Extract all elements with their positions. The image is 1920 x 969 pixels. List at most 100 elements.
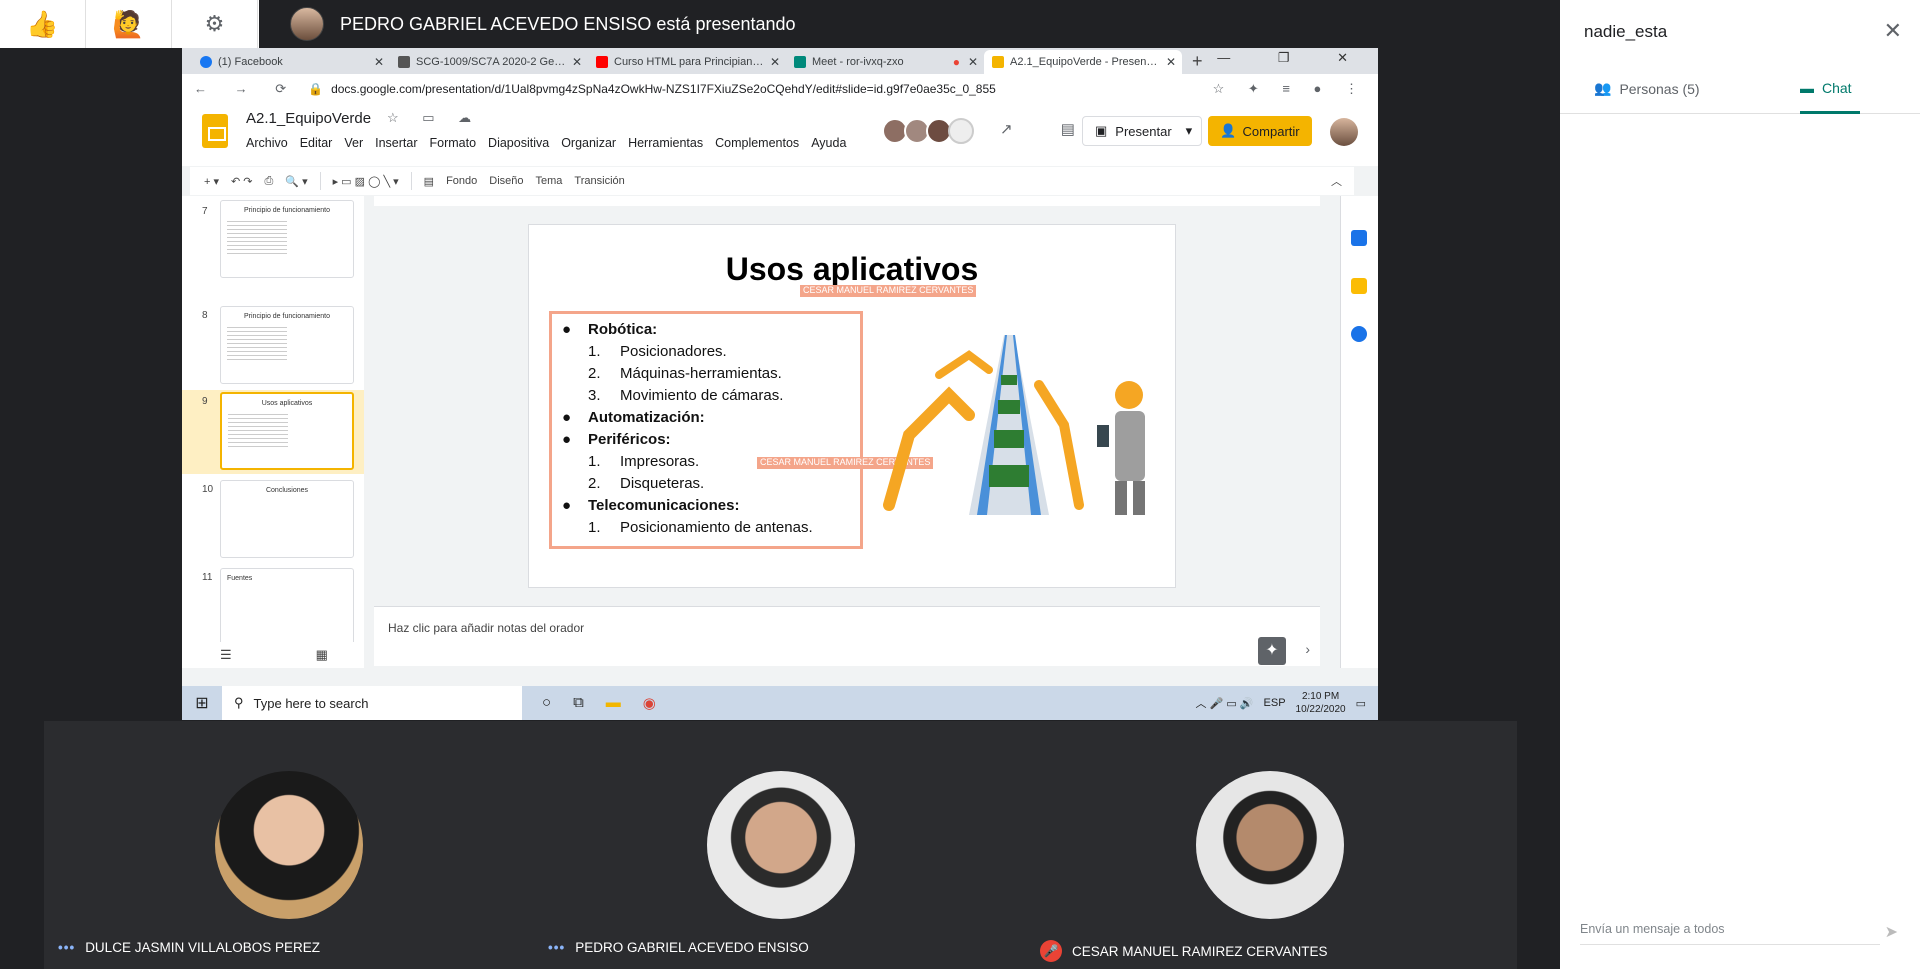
tab-chat[interactable]: ▬ Chat: [1800, 80, 1852, 96]
menu-insertar[interactable]: Insertar: [375, 136, 417, 150]
browser-tab[interactable]: (1) Facebook ✕: [192, 50, 390, 74]
thumb-row[interactable]: 10 Conclusiones: [182, 478, 364, 562]
settings-icon[interactable]: ⚙: [172, 0, 258, 48]
raise-hand-icon[interactable]: 🙋: [86, 0, 172, 48]
print-icon[interactable]: ⎙: [265, 175, 274, 188]
thumb-row[interactable]: 11 Fuentes: [182, 566, 364, 650]
account-avatar[interactable]: [1330, 118, 1358, 146]
browser-tab[interactable]: Curso HTML para Principiantes ✕: [588, 50, 786, 74]
tab-chat-label: Chat: [1822, 80, 1852, 96]
comment-icon[interactable]: ▤: [424, 175, 434, 188]
chevron-right-icon[interactable]: ›: [1305, 641, 1310, 657]
menu-ayuda[interactable]: Ayuda: [811, 136, 846, 150]
theme-button[interactable]: Tema: [536, 175, 563, 187]
list-view-icon[interactable]: ☰: [220, 647, 232, 663]
explore-icon[interactable]: ✦: [1258, 637, 1286, 665]
transition-button[interactable]: Transición: [574, 175, 624, 187]
share-button[interactable]: 👤 Compartir: [1208, 116, 1312, 146]
menu-diapositiva[interactable]: Diapositiva: [488, 136, 549, 150]
extensions-icon[interactable]: ☆ ✦ ≡ ● ⋮: [1213, 81, 1368, 97]
slide-canvas: Usos aplicativos ● Robótica: 1. Posicionad…: [374, 196, 1320, 606]
windows-start-icon[interactable]: ⊞: [182, 693, 222, 713]
menu-editar[interactable]: Editar: [300, 136, 333, 150]
menu-complementos[interactable]: Complementos: [715, 136, 799, 150]
close-icon[interactable]: ✕: [770, 55, 780, 69]
participant-tile[interactable]: ••• PEDRO GABRIEL ACEVEDO ENSISO: [535, 721, 1026, 969]
browser-tab[interactable]: SCG-1009/SC7A 2020-2 Gestión ✕: [390, 50, 588, 74]
send-icon[interactable]: ➤: [1885, 922, 1898, 942]
taskbar-search[interactable]: ⚲ Type here to search: [222, 686, 522, 720]
keep-icon[interactable]: [1351, 278, 1367, 294]
menu-formato[interactable]: Formato: [430, 136, 477, 150]
background-button[interactable]: Fondo: [446, 175, 477, 187]
avatar[interactable]: [948, 118, 974, 144]
add-slide-icon[interactable]: + ▾: [204, 175, 219, 188]
slide-title[interactable]: Usos aplicativos: [529, 251, 1175, 288]
window-controls[interactable]: — ❐ ✕: [1217, 50, 1370, 66]
close-icon[interactable]: ✕: [374, 55, 384, 69]
meet-window: 👍 🙋 ⚙ PEDRO GABRIEL ACEVEDO ENSISO está …: [0, 0, 1920, 969]
slide-thumbnail[interactable]: Fuentes: [220, 568, 354, 646]
collaborator-avatars[interactable]: [882, 118, 974, 144]
new-tab-button[interactable]: +: [1182, 51, 1213, 74]
taskbar-search-placeholder[interactable]: Type here to search: [254, 696, 369, 711]
tab-label: Meet - ror-ivxq-zxo: [812, 56, 904, 68]
panel-tabs: 👥 Personas (5) ▬ Chat: [1560, 70, 1920, 114]
robot-assembly-illustration: [883, 335, 1145, 515]
meet-quick-controls: 👍 🙋 ⚙: [0, 0, 259, 48]
calendar-icon[interactable]: [1351, 230, 1367, 246]
close-icon[interactable]: ✕: [968, 55, 978, 69]
menu-archivo[interactable]: Archivo: [246, 136, 288, 150]
close-icon[interactable]: ✕: [572, 55, 582, 69]
tab-people[interactable]: 👥 Personas (5): [1594, 80, 1700, 97]
star-folder-cloud-icon[interactable]: ☆ ▭ ☁: [387, 110, 481, 126]
slide-thumbnail[interactable]: Conclusiones: [220, 480, 354, 558]
menu-ver[interactable]: Ver: [344, 136, 363, 150]
layout-button[interactable]: Diseño: [489, 175, 523, 187]
participant-tile[interactable]: 🎤 CESAR MANUEL RAMIREZ CERVANTES: [1026, 721, 1517, 969]
url-field[interactable]: docs.google.com/presentation/d/1Ual8pvmg…: [331, 82, 996, 96]
cortana-icon[interactable]: ○: [542, 694, 551, 712]
doc-title[interactable]: A2.1_EquipoVerde: [246, 110, 371, 127]
file-explorer-icon[interactable]: ▬: [606, 694, 621, 712]
tab-label: SCG-1009/SC7A 2020-2 Gestión: [416, 56, 566, 68]
clock[interactable]: 2:10 PM 10/22/2020: [1296, 690, 1346, 716]
thumb-lines: [227, 218, 287, 254]
notifications-icon[interactable]: ▭: [1356, 697, 1366, 710]
slide-thumbnail[interactable]: Principio de funcionamiento: [220, 200, 354, 278]
chrome-icon[interactable]: ◉: [643, 694, 656, 712]
slide-thumbnail-selected[interactable]: Usos aplicativos: [220, 392, 354, 470]
browser-tab[interactable]: Meet - ror-ivxq-zxo ● ✕: [786, 50, 984, 74]
chevron-down-icon[interactable]: ▾: [1186, 123, 1193, 139]
present-button[interactable]: ▣ Presentar ▾: [1082, 116, 1202, 146]
thumb-row-selected[interactable]: 9 Usos aplicativos: [182, 390, 364, 474]
zoom-icon[interactable]: 🔍 ▾: [285, 175, 307, 188]
chat-message-input[interactable]: Envía un mensaje a todos: [1580, 922, 1880, 945]
select-tools-icon[interactable]: ▸ ▭ ▨ ◯ ╲ ▾: [333, 175, 399, 188]
language-indicator[interactable]: ESP: [1264, 697, 1286, 709]
grid-view-icon[interactable]: ▦: [316, 647, 328, 663]
undo-redo-icon[interactable]: ↶ ↷: [231, 175, 253, 188]
tray-icons[interactable]: ︿ 🎤 ▭ 🔊: [1196, 695, 1254, 711]
close-icon[interactable]: ✕: [1166, 55, 1176, 69]
current-slide[interactable]: Usos aplicativos ● Robótica: 1. Posicionad…: [528, 224, 1176, 588]
browser-tab-active[interactable]: A2.1_EquipoVerde - Presentación ✕: [984, 50, 1182, 74]
lock-icon: 🔒: [308, 82, 324, 96]
notes-placeholder[interactable]: Haz clic para añadir notas del orador: [388, 621, 584, 635]
thumb-row[interactable]: 7 Principio de funcionamiento: [182, 196, 364, 278]
participant-tile[interactable]: ••• DULCE JASMIN VILLALOBOS PEREZ: [44, 721, 535, 969]
menu-herramientas[interactable]: Herramientas: [628, 136, 703, 150]
nav-arrows-icon[interactable]: ← → ⟳: [194, 81, 298, 97]
menu-organizar[interactable]: Organizar: [561, 136, 616, 150]
slide-thumbnail[interactable]: Principio de funcionamiento: [220, 306, 354, 384]
thumb-title: Conclusiones: [265, 487, 309, 494]
thumb-row[interactable]: 8 Principio de funcionamiento: [182, 304, 364, 388]
slides-logo-icon[interactable]: [202, 114, 228, 148]
reaction-icon[interactable]: 👍: [0, 0, 86, 48]
tasks-icon[interactable]: [1351, 326, 1367, 342]
task-view-icon[interactable]: ⧉: [573, 694, 584, 712]
speaker-notes[interactable]: Haz clic para añadir notas del orador ✦ …: [374, 606, 1320, 666]
collapse-icon[interactable]: ︿: [1331, 173, 1342, 189]
slide-body-textbox[interactable]: ● Robótica: 1. Posicionadores. 2. Máquinas-…: [549, 311, 863, 549]
close-icon[interactable]: ✕: [1884, 18, 1902, 44]
